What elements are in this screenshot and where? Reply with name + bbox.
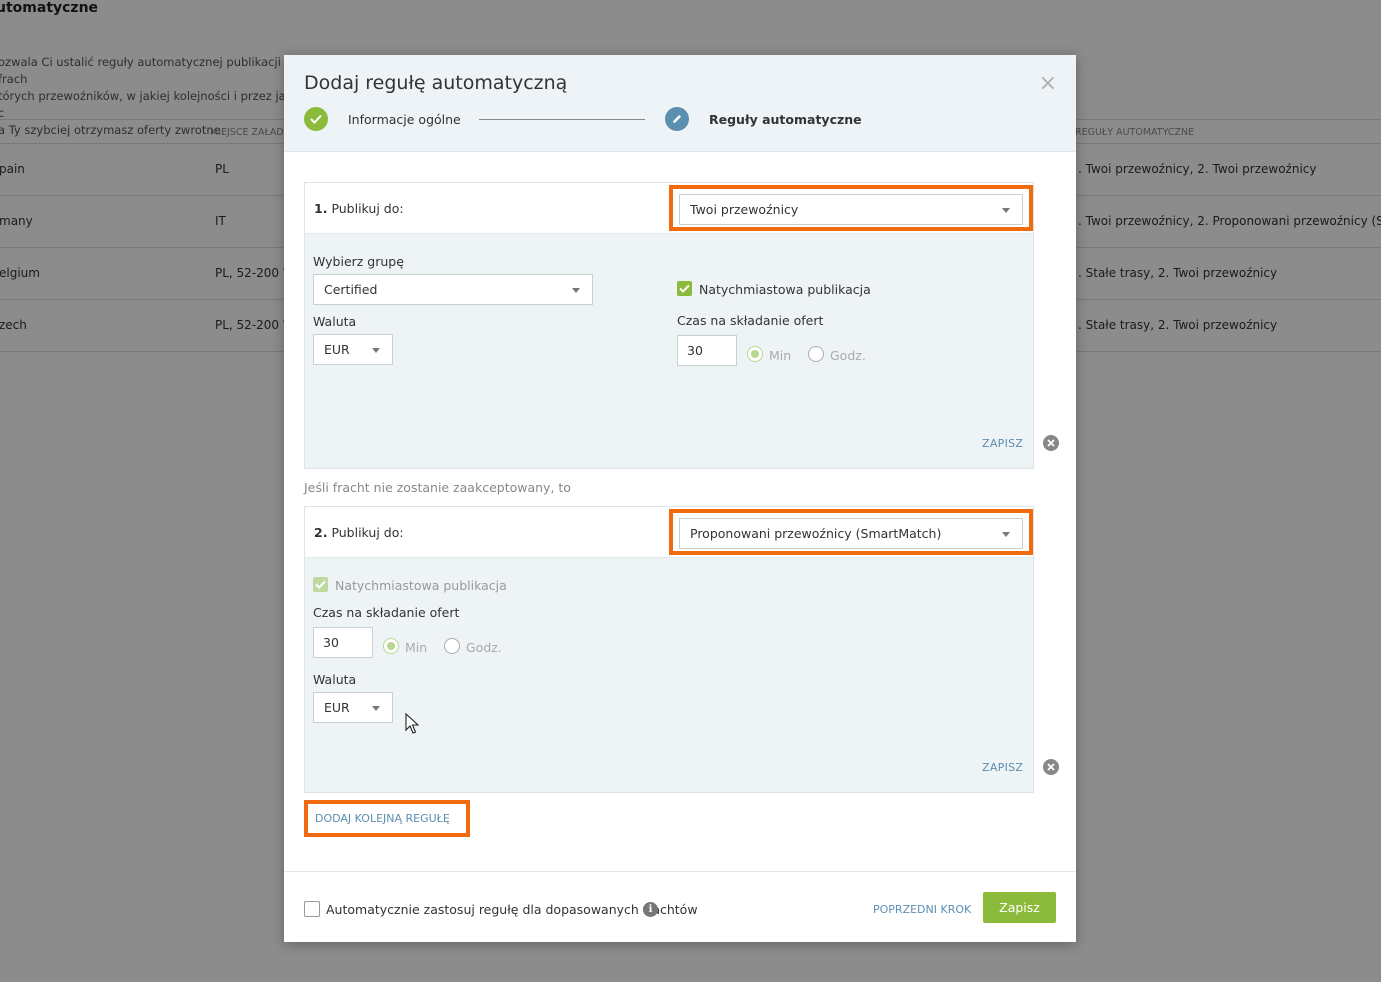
offer-time-input[interactable]: 30 [677, 335, 737, 366]
step-connector [479, 119, 645, 120]
rule-publish-label: 1. Publikuj do: [314, 201, 404, 216]
unit-min-label: Min [405, 640, 428, 655]
instant-publish-label: Natychmiastowa publikacja [699, 282, 871, 297]
select-value: Proponowani przewoźnicy (SmartMatch) [690, 526, 942, 541]
publish-target-select[interactable]: Twoi przewoźnicy [679, 194, 1023, 225]
mouse-cursor-icon [405, 713, 419, 734]
close-icon[interactable]: × [1039, 73, 1057, 95]
unit-hours-radio[interactable] [444, 638, 460, 654]
rule-number: 2. [314, 525, 328, 540]
rule-panel-2: 2. Publikuj do: Proponowani przewoźnicy … [304, 506, 1034, 793]
group-label: Wybierz grupę [313, 254, 404, 269]
checkmark-icon [304, 107, 328, 131]
chevron-down-icon [372, 348, 380, 353]
modal-title: Dodaj regułę automatyczną [304, 72, 568, 94]
instant-publish-checkbox[interactable] [313, 577, 328, 592]
rule-label-text: Publikuj do: [331, 525, 404, 540]
highlight-box: Twoi przewoźnicy [669, 185, 1033, 231]
auto-apply-checkbox[interactable] [304, 901, 320, 917]
offer-time-label: Czas na składanie ofert [677, 313, 824, 328]
group-select[interactable]: Certified [313, 274, 593, 305]
rule-header: 1. Publikuj do: Twoi przewoźnicy [305, 183, 1033, 234]
info-icon[interactable]: i [643, 902, 658, 917]
rule-publish-label: 2. Publikuj do: [314, 525, 404, 540]
currency-select[interactable]: EUR [313, 334, 393, 365]
select-value: EUR [324, 342, 350, 357]
currency-label: Waluta [313, 672, 357, 687]
modal-header: Dodaj regułę automatyczną × Informacje o… [284, 55, 1076, 152]
add-rule-link[interactable]: DODAJ KOLEJNĄ REGUŁĘ [315, 812, 450, 825]
offer-time-input[interactable]: 30 [313, 627, 373, 658]
remove-rule-icon[interactable] [1043, 759, 1059, 775]
rule-number: 1. [314, 201, 328, 216]
chevron-down-icon [1002, 208, 1010, 213]
step-general-info[interactable]: Informacje ogólne [348, 112, 461, 127]
fallback-text: Jeśli fracht nie zostanie zaakceptowany,… [304, 480, 571, 495]
offer-time-label: Czas na składanie ofert [313, 605, 460, 620]
unit-hours-label: Godz. [830, 348, 866, 363]
select-value: Certified [324, 282, 378, 297]
save-button[interactable]: Zapisz [983, 892, 1056, 923]
step-auto-rules[interactable]: Reguły automatyczne [709, 112, 862, 127]
remove-rule-icon[interactable] [1043, 435, 1059, 451]
previous-step-button[interactable]: POPRZEDNI KROK [873, 903, 971, 916]
chevron-down-icon [572, 288, 580, 293]
highlight-box: Proponowani przewoźnicy (SmartMatch) [669, 509, 1033, 555]
auto-apply-label: Automatycznie zastosuj regułę dla dopaso… [326, 902, 698, 917]
rule-save-link[interactable]: ZAPISZ [982, 437, 1023, 450]
unit-min-label: Min [769, 348, 792, 363]
currency-select[interactable]: EUR [313, 692, 393, 723]
rule-save-link[interactable]: ZAPISZ [982, 761, 1023, 774]
modal-footer: Automatycznie zastosuj regułę dla dopaso… [284, 871, 1076, 942]
rule-panel-1: 1. Publikuj do: Twoi przewoźnicy Wybierz… [304, 182, 1034, 469]
rule-header: 2. Publikuj do: Proponowani przewoźnicy … [305, 507, 1033, 558]
unit-min-radio[interactable] [383, 638, 399, 654]
pencil-icon [665, 107, 689, 131]
unit-hours-radio[interactable] [808, 346, 824, 362]
currency-label: Waluta [313, 314, 357, 329]
unit-hours-label: Godz. [466, 640, 502, 655]
chevron-down-icon [372, 706, 380, 711]
instant-publish-label: Natychmiastowa publikacja [335, 578, 507, 593]
add-rule-modal: Dodaj regułę automatyczną × Informacje o… [284, 55, 1076, 942]
publish-target-select[interactable]: Proponowani przewoźnicy (SmartMatch) [679, 518, 1023, 549]
select-value: EUR [324, 700, 350, 715]
instant-publish-checkbox[interactable] [677, 281, 692, 296]
unit-min-radio[interactable] [747, 346, 763, 362]
chevron-down-icon [1002, 532, 1010, 537]
highlight-box: DODAJ KOLEJNĄ REGUŁĘ [304, 800, 470, 837]
rule-label-text: Publikuj do: [331, 201, 404, 216]
select-value: Twoi przewoźnicy [690, 202, 799, 217]
